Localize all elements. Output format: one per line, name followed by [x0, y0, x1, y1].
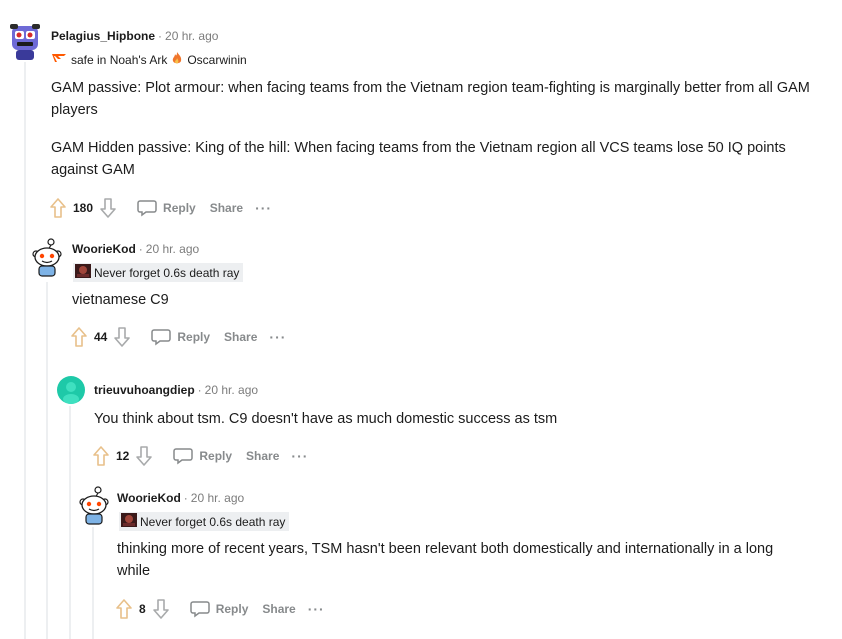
comment-body: You think about tsm. C9 doesn't have as …: [94, 408, 814, 446]
comment-body: GAM passive: Plot armour: when facing te…: [51, 77, 811, 197]
flair-emoji-icon: [75, 264, 91, 281]
more-options-button[interactable]: ···: [291, 448, 308, 464]
separator: ·: [197, 383, 202, 397]
vote-score: 44: [94, 330, 108, 344]
avatar[interactable]: [30, 238, 62, 277]
comment-paragraph: GAM passive: Plot armour: when facing te…: [51, 80, 810, 118]
comment-header: trieuvuhoangdiep · 20 hr. ago: [94, 383, 258, 397]
flair-tag: Never forget 0.6s death ray: [119, 512, 290, 531]
reply-label: Reply: [215, 602, 249, 616]
thread-line[interactable]: [24, 62, 26, 639]
comment-body: thinking more of recent years, TSM hasn'…: [117, 538, 807, 598]
more-options-button[interactable]: ···: [255, 200, 272, 216]
comment-bubble-icon: [173, 448, 194, 465]
share-label: Share: [262, 602, 296, 616]
reply-button[interactable]: Reply: [169, 443, 236, 469]
flair-text: safe in Noah's Ark: [71, 52, 168, 67]
comment-body: vietnamese C9: [72, 289, 812, 327]
share-button[interactable]: Share: [206, 197, 247, 219]
comment-bubble-icon: [189, 601, 210, 618]
reply-label: Reply: [199, 449, 233, 463]
downvote-icon[interactable]: [135, 445, 153, 467]
thread-line[interactable]: [46, 282, 48, 639]
avatar[interactable]: [8, 22, 40, 60]
downvote-icon[interactable]: [113, 326, 131, 348]
comment-bubble-icon: [151, 329, 172, 346]
comment-actions: 12 Reply Share ···: [92, 443, 308, 469]
separator: ·: [183, 491, 188, 505]
flair-tag: Never forget 0.6s death ray: [73, 263, 244, 282]
comment-bubble-icon: [137, 200, 157, 217]
avatar[interactable]: [56, 374, 88, 406]
upvote-icon[interactable]: [70, 326, 88, 348]
share-label: Share: [209, 201, 244, 215]
more-options-button[interactable]: ···: [308, 601, 325, 617]
fire-icon: [171, 51, 183, 68]
separator: ·: [158, 29, 163, 43]
comment-header: WoorieKod · 20 hr. ago: [117, 491, 244, 505]
reply-button[interactable]: Reply: [147, 324, 214, 350]
timestamp[interactable]: 20 hr. ago: [205, 383, 258, 397]
reply-label: Reply: [163, 201, 196, 215]
comment-header: Pelagius_Hipbone · 20 hr. ago: [51, 29, 218, 43]
comment-paragraph: vietnamese C9: [72, 292, 169, 308]
flair-text-2: Oscarwinin: [187, 52, 247, 67]
comment-paragraph: You think about tsm. C9 doesn't have as …: [94, 411, 558, 427]
comment-actions: 180 Reply Share ···: [49, 195, 272, 221]
flair-emoji-icon: [121, 513, 137, 530]
comment-paragraph: GAM Hidden passive: King of the hill: Wh…: [51, 140, 786, 178]
share-button[interactable]: Share: [258, 598, 299, 620]
reply-label: Reply: [177, 330, 211, 344]
timestamp[interactable]: 20 hr. ago: [191, 491, 244, 505]
comment-actions: 8 Reply Share ···: [115, 596, 325, 622]
share-button[interactable]: Share: [220, 326, 261, 348]
username[interactable]: WoorieKod: [117, 491, 181, 505]
comment-actions: 44 Reply Share ···: [70, 324, 286, 350]
username[interactable]: trieuvuhoangdiep: [94, 383, 195, 397]
user-flair: Never forget 0.6s death ray: [119, 512, 290, 531]
thread-line[interactable]: [69, 406, 71, 639]
separator: ·: [138, 242, 143, 256]
username[interactable]: Pelagius_Hipbone: [51, 29, 155, 43]
downvote-icon[interactable]: [99, 197, 117, 219]
timestamp[interactable]: 20 hr. ago: [146, 242, 199, 256]
avatar[interactable]: [77, 486, 109, 525]
share-label: Share: [224, 330, 258, 344]
upvote-icon[interactable]: [115, 598, 133, 620]
reply-button[interactable]: Reply: [186, 596, 253, 622]
vote-score: 8: [139, 602, 146, 616]
more-options-button[interactable]: ···: [269, 329, 286, 345]
upvote-icon[interactable]: [92, 445, 110, 467]
username[interactable]: WoorieKod: [72, 242, 136, 256]
comment-header: WoorieKod · 20 hr. ago: [72, 242, 199, 256]
vote-score: 180: [73, 201, 94, 215]
user-flair: Never forget 0.6s death ray: [73, 263, 244, 282]
flair-text: Never forget 0.6s death ray: [94, 265, 240, 280]
share-button[interactable]: Share: [242, 445, 283, 467]
vote-score: 12: [116, 449, 130, 463]
fnatic-logo-icon: [51, 52, 67, 67]
reply-button[interactable]: Reply: [133, 195, 200, 221]
timestamp[interactable]: 20 hr. ago: [165, 29, 218, 43]
upvote-icon[interactable]: [49, 197, 67, 219]
flair-text: Never forget 0.6s death ray: [140, 514, 286, 529]
user-flair: safe in Noah's Ark Oscarwinin: [51, 51, 247, 68]
thread-line[interactable]: [92, 527, 94, 639]
share-label: Share: [246, 449, 280, 463]
comment-paragraph: thinking more of recent years, TSM hasn'…: [117, 541, 774, 579]
downvote-icon[interactable]: [152, 598, 170, 620]
